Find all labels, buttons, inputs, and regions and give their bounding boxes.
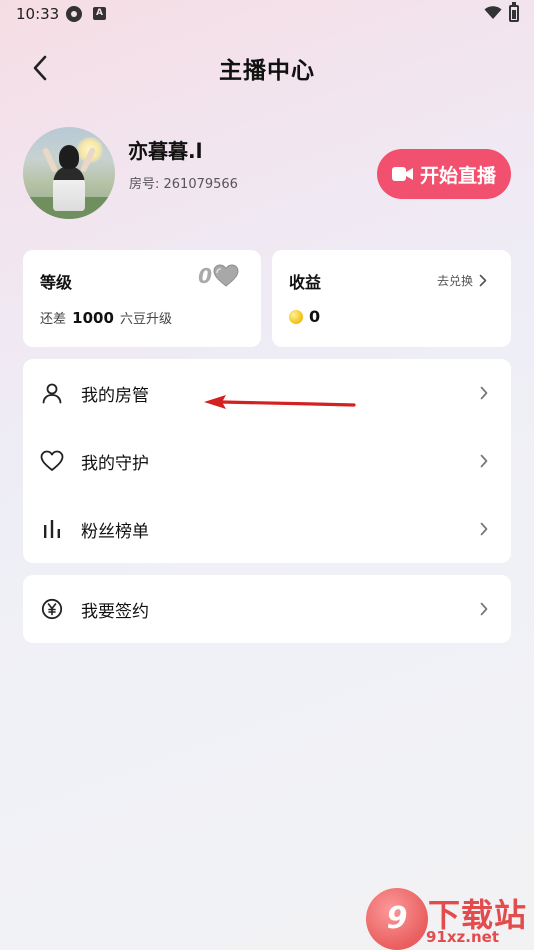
chevron-right-icon (480, 602, 488, 616)
app-badge-icon: A (93, 7, 106, 20)
menu-item-guardians[interactable]: 我的守护 (23, 427, 511, 495)
redeem-label: 去兑换 (436, 274, 473, 288)
level-sub-prefix: 还差 (40, 312, 67, 327)
app-notification-icon (66, 6, 82, 22)
menu-item-label: 粉丝榜单 (81, 521, 149, 542)
heart-badge-icon (213, 264, 239, 287)
sign-contract-card: 我要签约 (23, 575, 511, 643)
menu-item-label: 我要签约 (81, 601, 149, 622)
annotation-arrow-icon (204, 395, 356, 409)
chevron-right-icon (479, 274, 487, 287)
yen-circle-icon (40, 597, 64, 621)
bar-chart-icon (40, 517, 64, 541)
avatar[interactable] (23, 127, 115, 219)
watermark-logo: 9 (366, 888, 428, 950)
status-time: 10:33 (16, 5, 60, 23)
menu-list: 我的房管 我的守护 粉丝榜单 (23, 359, 511, 563)
page-title: 主播中心 (219, 58, 315, 84)
level-badge: 0 (198, 264, 239, 288)
earnings-card: 收益 去兑换 0 (272, 250, 511, 347)
video-camera-icon (391, 167, 413, 181)
menu-item-label: 我的房管 (81, 385, 149, 406)
watermark: 9 下载站 91xz.net (366, 888, 534, 950)
start-live-button[interactable]: 开始直播 (377, 149, 511, 199)
menu-item-label: 我的守护 (81, 453, 149, 474)
chevron-right-icon (480, 522, 488, 536)
room-number-row: 房号: 261079566 (129, 173, 238, 192)
level-value: 0 (198, 264, 212, 288)
person-icon (40, 381, 64, 405)
redeem-link[interactable]: 去兑换 (437, 272, 487, 289)
username: 亦暮暮.l (128, 139, 203, 163)
level-progress-text: 还差 1000 六豆升级 (40, 308, 172, 327)
watermark-url: 91xz.net (426, 928, 500, 946)
menu-item-fan-ranking[interactable]: 粉丝榜单 (23, 495, 511, 563)
earnings-row: 0 (289, 307, 320, 326)
room-number: 261079566 (163, 177, 238, 192)
level-sub-suffix: 六豆升级 (120, 312, 173, 327)
room-label: 房号: (129, 177, 164, 192)
menu-item-sign-contract[interactable]: 我要签约 (23, 575, 511, 643)
earnings-value: 0 (309, 307, 321, 326)
earnings-title: 收益 (289, 273, 322, 292)
level-title: 等级 (40, 273, 73, 292)
level-sub-amount: 1000 (72, 309, 114, 327)
chevron-right-icon (480, 454, 488, 468)
level-card[interactable]: 等级 0 还差 1000 六豆升级 (23, 250, 261, 347)
chevron-right-icon (480, 386, 488, 400)
start-live-label: 开始直播 (419, 164, 496, 187)
battery-icon (509, 2, 519, 22)
coin-icon (289, 309, 303, 324)
status-bar: 10:33 A (0, 0, 534, 28)
wifi-icon (484, 6, 502, 19)
heart-icon (40, 449, 64, 473)
